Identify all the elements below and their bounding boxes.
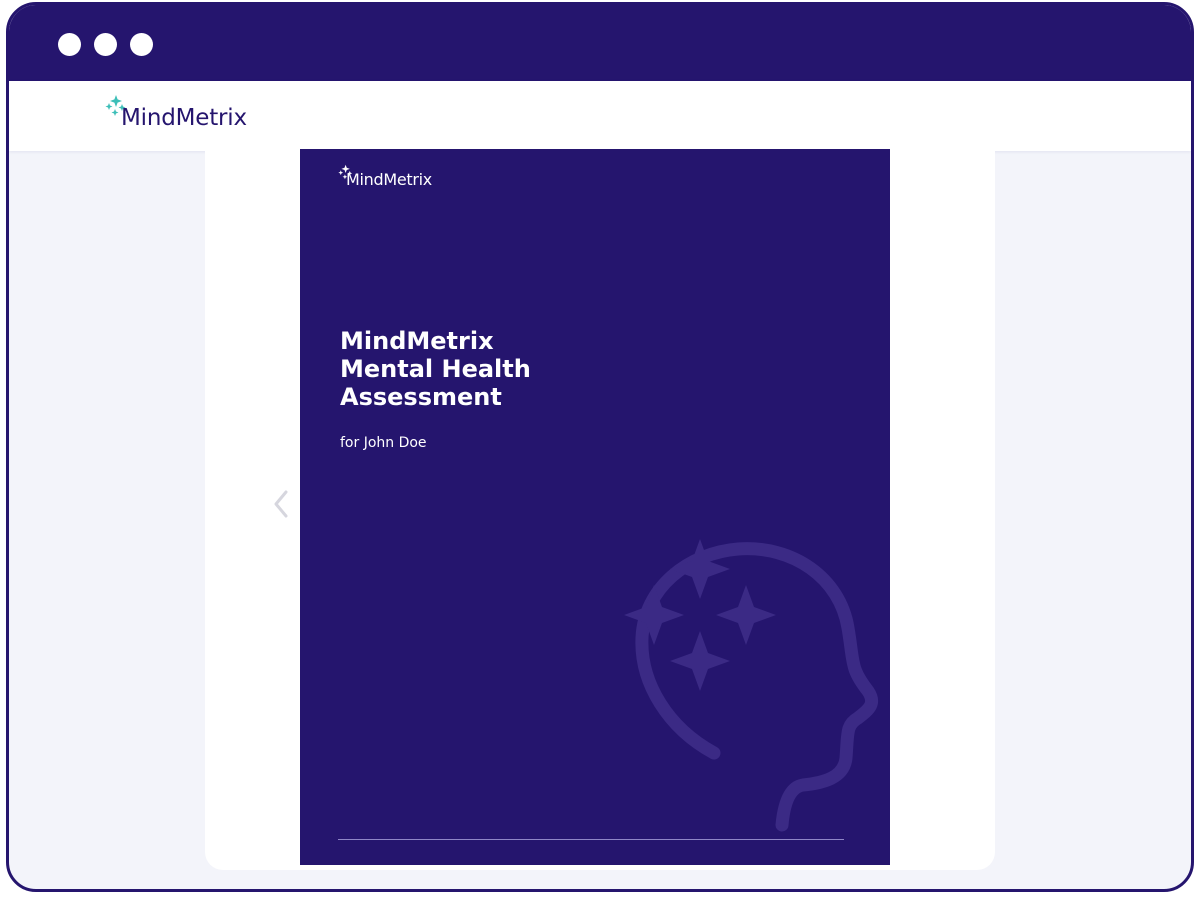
report-title-line: Mental Health bbox=[340, 355, 531, 383]
document-page: MindMetrix MindMetrix Mental Health Asse… bbox=[300, 149, 890, 865]
head-sparkles-icon bbox=[624, 539, 879, 832]
page-footer-divider bbox=[338, 839, 844, 840]
chevron-left-icon bbox=[274, 490, 288, 518]
window-titlebar bbox=[9, 5, 1191, 81]
window-dot-maximize[interactable] bbox=[130, 33, 153, 56]
page-brand-name: MindMetrix bbox=[346, 170, 432, 189]
report-subtitle: for John Doe bbox=[340, 435, 427, 451]
window-dot-close[interactable] bbox=[58, 33, 81, 56]
window-dot-minimize[interactable] bbox=[94, 33, 117, 56]
app-header: MindMetrix bbox=[9, 81, 1191, 151]
brand-name: MindMetrix bbox=[121, 105, 247, 131]
previous-page-button[interactable] bbox=[268, 488, 292, 520]
report-title-line: Assessment bbox=[340, 383, 502, 411]
report-title-line: MindMetrix bbox=[340, 327, 494, 355]
report-title: MindMetrix Mental Health Assessment bbox=[340, 327, 640, 411]
